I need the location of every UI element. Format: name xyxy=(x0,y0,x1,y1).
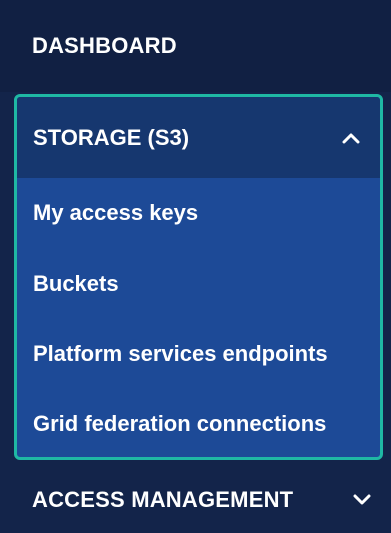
submenu-item-label: Buckets xyxy=(33,271,119,296)
submenu-item-my-access-keys[interactable]: My access keys xyxy=(17,178,380,248)
nav-item-storage-label: STORAGE (S3) xyxy=(33,124,190,150)
submenu-item-label: Platform services endpoints xyxy=(33,341,328,366)
submenu-item-grid-federation-connections[interactable]: Grid federation connections xyxy=(17,389,380,457)
nav-item-storage[interactable]: STORAGE (S3) xyxy=(17,97,380,178)
submenu-item-platform-services-endpoints[interactable]: Platform services endpoints xyxy=(17,319,380,389)
storage-group: STORAGE (S3) My access keys Buckets Plat… xyxy=(14,94,383,460)
sidebar-navigation: DASHBOARD STORAGE (S3) My access keys Bu… xyxy=(0,0,391,533)
nav-item-access-management[interactable]: ACCESS MANAGEMENT xyxy=(0,466,391,533)
submenu-item-label: My access keys xyxy=(33,200,199,225)
submenu-item-buckets[interactable]: Buckets xyxy=(17,249,380,319)
submenu-item-label: Grid federation connections xyxy=(33,411,327,436)
chevron-down-icon[interactable] xyxy=(351,489,373,511)
nav-item-access-management-label: ACCESS MANAGEMENT xyxy=(32,486,294,512)
nav-item-dashboard-label: DASHBOARD xyxy=(32,33,177,58)
chevron-down-icon-svg xyxy=(353,494,371,504)
chevron-up-icon-svg xyxy=(342,133,360,143)
nav-item-dashboard[interactable]: DASHBOARD xyxy=(0,0,391,92)
chevron-up-icon[interactable] xyxy=(340,127,362,149)
